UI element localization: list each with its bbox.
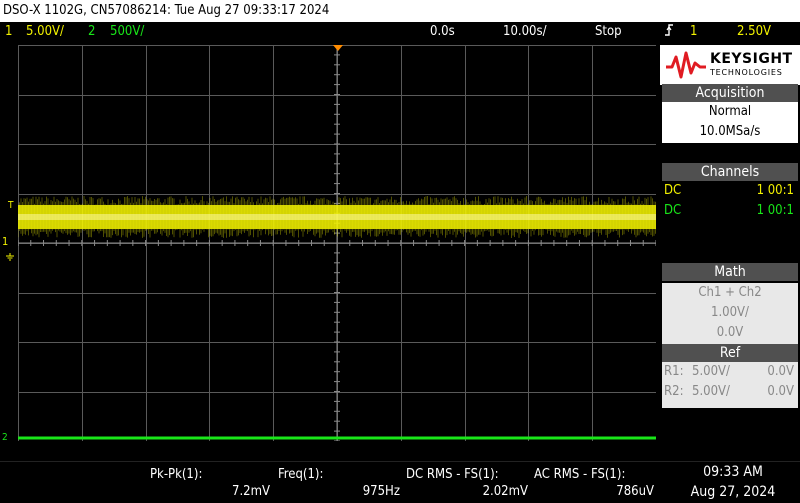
ch1-core	[18, 214, 656, 220]
ch1-probe: 1 00:1	[756, 183, 794, 198]
ref-2-row[interactable]: R2: 5.00V/ 0.0V	[662, 382, 798, 402]
ch1-scale[interactable]: 5.00V/	[26, 22, 64, 41]
measurements-bar: Pk-Pk(1): 7.2mV Freq(1): 975Hz DC RMS - …	[0, 461, 800, 503]
measurement-ac-rms[interactable]: AC RMS - FS(1): 786uV	[534, 466, 654, 500]
waveform-display[interactable]	[18, 45, 656, 441]
ref-2-offset: 0.0V	[767, 384, 794, 399]
acquisition-header[interactable]: Acquisition	[662, 84, 798, 102]
channel-2-row[interactable]: DC 1 00:1	[662, 201, 798, 221]
run-state[interactable]: Stop	[595, 22, 622, 41]
clock-date: Aug 27, 2024	[690, 484, 776, 500]
measurement-value: 786uV	[616, 484, 654, 499]
measurement-dc-rms[interactable]: DC RMS - FS(1): 2.02mV	[406, 466, 528, 500]
measurement-pkpk[interactable]: Pk-Pk(1): 7.2mV	[150, 466, 270, 500]
keysight-logo: KEYSIGHT TECHNOLOGIES	[660, 45, 800, 85]
measurement-label: Freq(1):	[278, 467, 324, 482]
logo-sub: TECHNOLOGIES	[710, 68, 783, 77]
ref-header[interactable]: Ref	[662, 344, 798, 362]
math-header[interactable]: Math	[662, 263, 798, 281]
trigger-source[interactable]: 1	[690, 22, 697, 41]
trigger-position-marker[interactable]	[333, 45, 343, 51]
measurement-value: 7.2mV	[232, 484, 270, 499]
measurement-value: 975Hz	[362, 484, 400, 499]
ref-1-row[interactable]: R1: 5.00V/ 0.0V	[662, 362, 798, 382]
acquisition-mode: Normal	[708, 104, 752, 119]
acquisition-panel: Normal 10.0MSa/s	[662, 102, 798, 143]
measurement-label: DC RMS - FS(1):	[406, 467, 499, 482]
ch2-scale[interactable]: 500V/	[110, 22, 144, 41]
ch2-probe: 1 00:1	[756, 203, 794, 218]
clock: 09:33 AM Aug 27, 2024	[668, 462, 798, 502]
ref-2-scale: 5.00V/	[692, 384, 730, 399]
measurement-value: 2.02mV	[482, 484, 528, 499]
time-offset[interactable]: 0.0s	[430, 22, 455, 41]
math-function: Ch1 + Ch2	[698, 285, 762, 300]
clock-time: 09:33 AM	[703, 464, 763, 480]
ref-1-offset: 0.0V	[767, 364, 794, 379]
ref-1-scale: 5.00V/	[692, 364, 730, 379]
ref-2-name: R2:	[664, 384, 684, 399]
channels-panel: DC 1 00:1 DC 1 00:1	[662, 181, 798, 265]
ch2-ground-marker[interactable]: 2	[2, 432, 8, 444]
top-status-bar: 1 5.00V/ 2 500V/ 0.0s 10.00s/ Stop 1 2.5…	[0, 22, 800, 41]
math-panel: Ch1 + Ch2 1.00V/ 0.0V	[662, 283, 798, 345]
channels-header[interactable]: Channels	[662, 163, 798, 181]
ch2-coupling: DC	[664, 203, 682, 218]
ground-icon	[5, 246, 15, 265]
side-panel: KEYSIGHT TECHNOLOGIES Acquisition Normal…	[660, 45, 800, 441]
measurement-label: AC RMS - FS(1):	[534, 467, 626, 482]
math-scale: 1.00V/	[711, 305, 749, 320]
rising-edge-trigger-icon	[664, 22, 674, 44]
logo-brand: KEYSIGHT	[710, 51, 793, 67]
acquisition-rate: 10.0MSa/s	[699, 124, 761, 139]
graticule	[18, 45, 656, 441]
measurement-label: Pk-Pk(1):	[150, 467, 203, 482]
math-offset: 0.0V	[716, 325, 744, 340]
channel-1-row[interactable]: DC 1 00:1	[662, 181, 798, 201]
time-scale[interactable]: 10.00s/	[503, 22, 547, 41]
ref-1-name: R1:	[664, 364, 684, 379]
measurement-freq[interactable]: Freq(1): 975Hz	[278, 466, 400, 500]
ch2-number[interactable]: 2	[88, 22, 95, 41]
trigger-level[interactable]: 2.50V	[737, 22, 771, 41]
ch1-number[interactable]: 1	[5, 22, 12, 41]
trigger-level-marker[interactable]: T	[8, 200, 14, 212]
window-title: DSO-X 1102G, CN57086214: Tue Aug 27 09:3…	[0, 0, 800, 22]
ref-panel: R1: 5.00V/ 0.0V R2: 5.00V/ 0.0V	[662, 362, 798, 408]
ch1-coupling: DC	[664, 183, 682, 198]
